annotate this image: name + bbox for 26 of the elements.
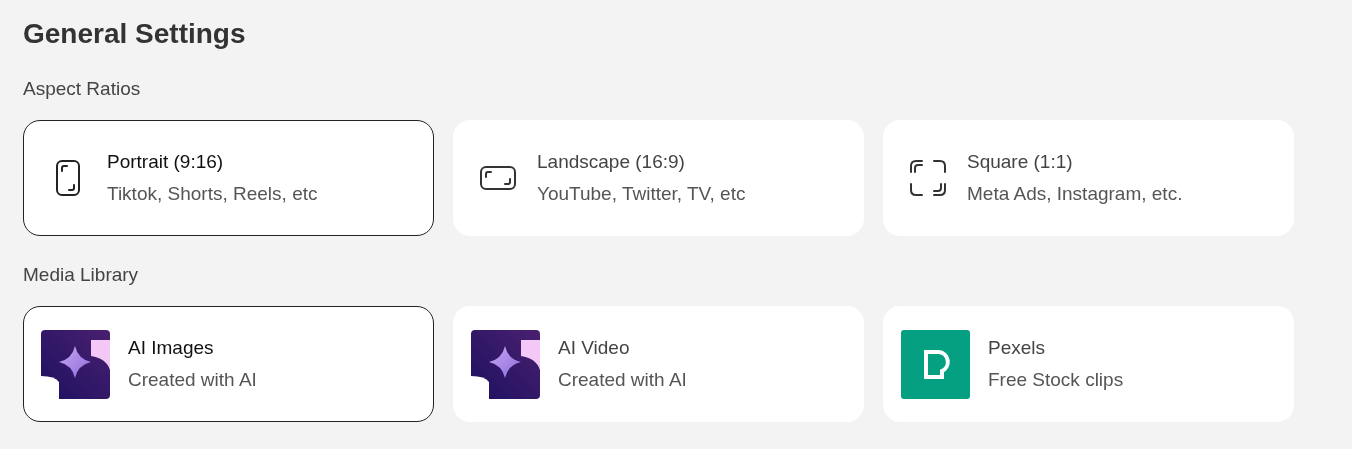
option-title: Portrait (9:16) — [107, 151, 225, 173]
option-title: AI Images — [128, 337, 215, 359]
square-frame-icon — [909, 159, 947, 197]
option-subtitle: Created with AI — [558, 369, 687, 391]
option-title: Pexels — [988, 337, 1047, 359]
landscape-frame-icon — [479, 165, 517, 191]
sparkle-logo-icon — [41, 329, 110, 399]
sparkle-logo-icon — [471, 329, 540, 399]
option-subtitle: Tiktok, Shorts, Reels, etc — [107, 183, 318, 205]
pexels-logo-icon — [901, 329, 970, 399]
option-title: Landscape (16:9) — [537, 151, 686, 173]
option-title: Square (1:1) — [967, 151, 1074, 173]
page-title: General Settings — [23, 18, 247, 50]
option-card[interactable]: AI Video Created with AI — [453, 306, 864, 422]
option-card[interactable]: Portrait (9:16) Tiktok, Shorts, Reels, etc — [23, 120, 434, 236]
option-title: AI Video — [558, 337, 631, 359]
option-subtitle: Free Stock clips — [988, 369, 1124, 391]
option-subtitle: Created with AI — [128, 369, 257, 391]
option-card[interactable]: AI Images Created with AI — [23, 306, 434, 422]
option-subtitle: YouTube, Twitter, TV, etc — [537, 183, 746, 205]
option-subtitle: Meta Ads, Instagram, etc. — [967, 183, 1183, 205]
section-label: Media Library — [23, 264, 140, 286]
option-card[interactable]: Landscape (16:9) YouTube, Twitter, TV, etc — [453, 120, 864, 236]
option-card[interactable]: Square (1:1) Meta Ads, Instagram, etc. — [883, 120, 1294, 236]
section-label: Aspect Ratios — [23, 78, 142, 100]
option-card[interactable]: Pexels Free Stock clips — [883, 306, 1294, 422]
